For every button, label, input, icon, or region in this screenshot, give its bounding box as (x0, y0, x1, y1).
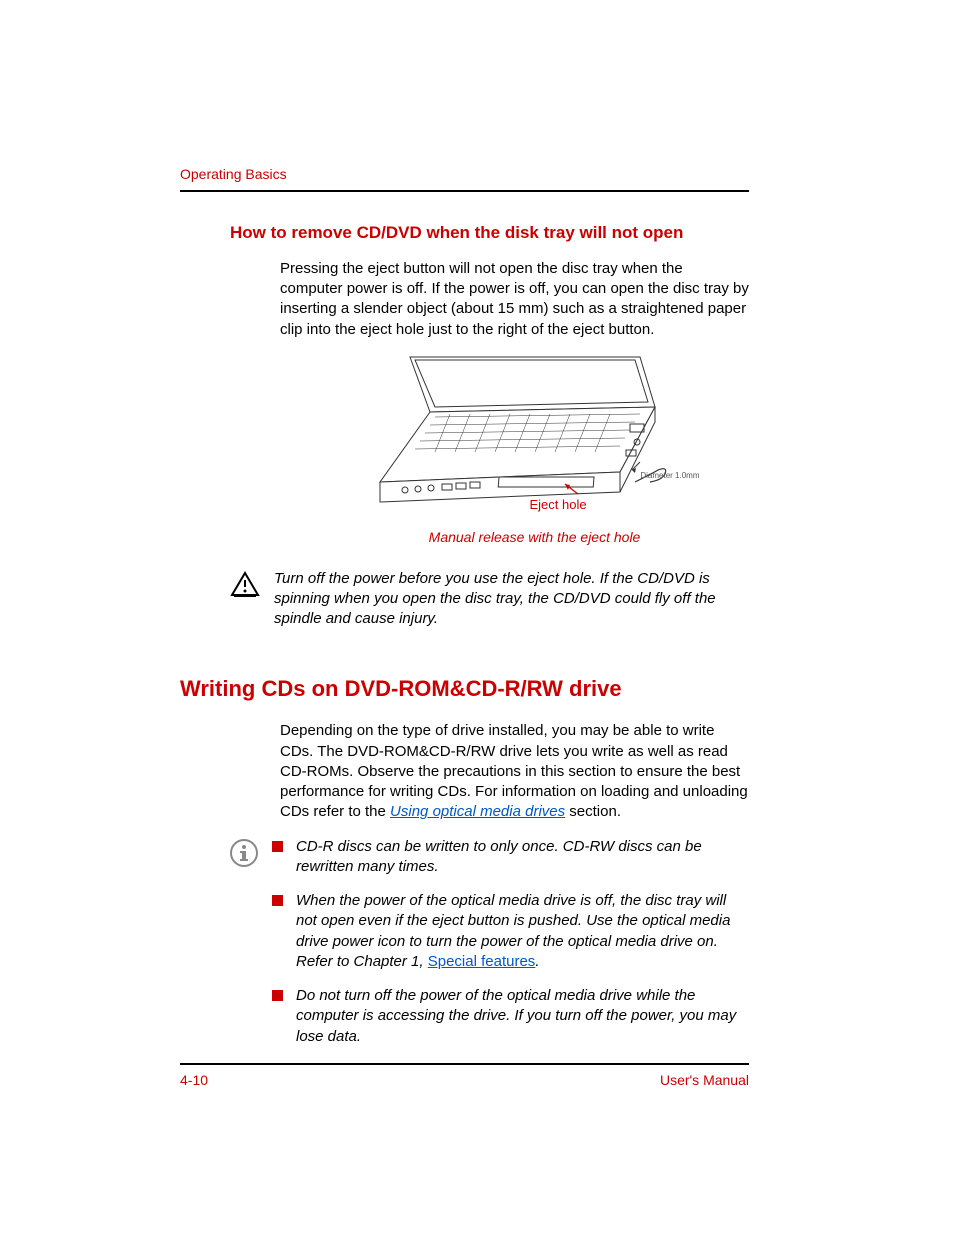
caution-icon (230, 571, 260, 603)
note-item-2: When the power of the optical media driv… (272, 891, 749, 972)
notes-list: CD-R discs can be written to only once. … (272, 837, 749, 1061)
note-text-post: . (535, 953, 539, 970)
info-callout: CD-R discs can be written to only once. … (230, 837, 749, 1061)
document-title: User's Manual (660, 1071, 749, 1090)
link-special-features[interactable]: Special features (428, 953, 536, 970)
info-icon (230, 839, 258, 873)
note-item-3: Do not turn off the power of the optical… (272, 986, 749, 1047)
warning-callout: Turn off the power before you use the ej… (230, 569, 749, 630)
diameter-label: Diameter 1.0mm (640, 471, 699, 482)
page-footer: 4-10 User's Manual (180, 1063, 749, 1090)
footer-rule (180, 1063, 749, 1065)
section2-paragraph: Depending on the type of drive installed… (280, 721, 749, 822)
page-number: 4-10 (180, 1071, 208, 1090)
link-using-optical-media-drives[interactable]: Using optical media drives (390, 803, 565, 820)
note-item-1: CD-R discs can be written to only once. … (272, 837, 749, 878)
note-text: Do not turn off the power of the optical… (296, 987, 736, 1045)
header-rule (180, 190, 749, 192)
note-text: CD-R discs can be written to only once. … (296, 838, 702, 875)
subsection-heading: How to remove CD/DVD when the disk tray … (230, 222, 749, 245)
figure-eject-hole: Eject hole Diameter 1.0mm Manual release… (280, 352, 749, 547)
para-text-post: section. (565, 803, 621, 820)
section1-paragraph: Pressing the eject button will not open … (280, 259, 749, 340)
eject-hole-label: Eject hole (530, 496, 587, 514)
warning-text: Turn off the power before you use the ej… (274, 569, 749, 630)
figure-caption: Manual release with the eject hole (320, 528, 749, 547)
section-heading: Writing CDs on DVD-ROM&CD-R/RW drive (180, 674, 749, 704)
laptop-illustration: Eject hole Diameter 1.0mm (360, 352, 670, 512)
page-content: Operating Basics How to remove CD/DVD wh… (0, 0, 954, 1061)
running-header: Operating Basics (180, 165, 749, 184)
